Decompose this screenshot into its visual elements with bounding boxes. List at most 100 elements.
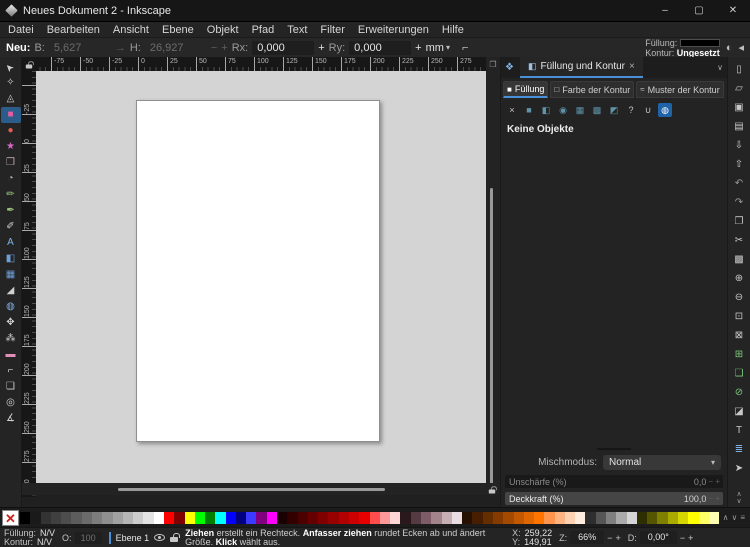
no-paint-icon[interactable]: × bbox=[505, 103, 519, 117]
palette-swatch[interactable] bbox=[575, 512, 585, 524]
zoom-value[interactable]: 66% bbox=[570, 531, 604, 544]
star-tool[interactable]: ★ bbox=[1, 139, 21, 155]
palette-swatch[interactable] bbox=[442, 512, 452, 524]
pages-tool[interactable]: ❏ bbox=[1, 379, 21, 395]
opacity-status-value[interactable]: 100 bbox=[75, 532, 102, 544]
menu-item[interactable]: Datei bbox=[8, 24, 34, 36]
duplicate-icon[interactable]: ⊞ bbox=[729, 345, 749, 364]
scroll-up-icon[interactable]: ∧ bbox=[736, 491, 741, 498]
lock-guides-button[interactable] bbox=[22, 57, 36, 71]
open-document-icon[interactable]: ▱ bbox=[729, 79, 749, 98]
palette-swatch[interactable] bbox=[370, 512, 380, 524]
palette-swatch[interactable] bbox=[647, 512, 657, 524]
horizontal-scrollbar-thumb[interactable] bbox=[118, 488, 385, 491]
menu-item[interactable]: Bearbeiten bbox=[47, 24, 100, 36]
ry-plus-spinner[interactable]: + bbox=[415, 42, 421, 54]
palette-swatch[interactable] bbox=[709, 512, 719, 524]
palette-swatch[interactable] bbox=[431, 512, 441, 524]
mesh-tool[interactable]: ▦ bbox=[1, 267, 21, 283]
palette-swatch[interactable] bbox=[483, 512, 493, 524]
palette-scroll-down-icon[interactable]: ∨ bbox=[731, 513, 737, 522]
menu-item[interactable]: Text bbox=[287, 24, 307, 36]
spray-tool[interactable]: ⁂ bbox=[1, 331, 21, 347]
fill-stroke-tab[interactable]: □ Farbe der Kontur bbox=[550, 81, 634, 98]
rotate-ccw-icon[interactable]: − bbox=[680, 533, 685, 543]
fill-stroke-dialog-icon[interactable]: ◪ bbox=[729, 402, 749, 421]
unknown-paint-icon[interactable]: ? bbox=[624, 103, 638, 117]
ellipse-tool[interactable]: ● bbox=[1, 123, 21, 139]
canvas[interactable] bbox=[36, 71, 486, 483]
palette-swatch[interactable] bbox=[544, 512, 554, 524]
rotation-value[interactable]: 0,00° bbox=[640, 531, 677, 544]
palette-swatch[interactable] bbox=[668, 512, 678, 524]
menu-item[interactable]: Filter bbox=[320, 24, 344, 36]
menu-item[interactable]: Hilfe bbox=[442, 24, 464, 36]
zoom-out-icon[interactable]: − bbox=[607, 533, 612, 543]
paint-bucket-tool[interactable]: ◍ bbox=[1, 299, 21, 315]
palette-swatch[interactable] bbox=[555, 512, 565, 524]
fill-indicator-swatch[interactable] bbox=[680, 39, 720, 47]
palette-swatch[interactable] bbox=[524, 512, 534, 524]
save-icon[interactable]: ▣ bbox=[729, 98, 749, 117]
connector-tool[interactable]: ⌐ bbox=[1, 363, 21, 379]
pen-tool[interactable]: ✒ bbox=[1, 203, 21, 219]
palette-swatch[interactable] bbox=[185, 512, 195, 524]
selector-tool[interactable]: ➤ bbox=[1, 59, 21, 75]
pencil-tool[interactable]: ✏ bbox=[1, 187, 21, 203]
menu-item[interactable]: Objekt bbox=[207, 24, 239, 36]
node-tool[interactable]: ✧ bbox=[1, 75, 21, 91]
palette-swatch[interactable] bbox=[616, 512, 626, 524]
blend-mode-select[interactable]: Normal ▾ bbox=[603, 455, 721, 470]
rx-field[interactable]: 0,000 bbox=[252, 41, 314, 55]
link-dimensions-icon[interactable]: → bbox=[115, 42, 126, 54]
zoom-out-icon[interactable]: ⊖ bbox=[729, 288, 749, 307]
tab-fill-and-stroke[interactable]: ◧ Füllung und Kontur × bbox=[520, 57, 643, 78]
palette-swatch[interactable] bbox=[596, 512, 606, 524]
palette-swatch[interactable] bbox=[164, 512, 174, 524]
palette-swatch[interactable] bbox=[493, 512, 503, 524]
palette-swatch[interactable] bbox=[328, 512, 338, 524]
unlink-clone-icon[interactable]: ⊘ bbox=[729, 383, 749, 402]
palette-swatch[interactable] bbox=[226, 512, 236, 524]
import-icon[interactable]: ⇩ bbox=[729, 136, 749, 155]
palette-swatch[interactable] bbox=[51, 512, 61, 524]
palette-swatch[interactable] bbox=[236, 512, 246, 524]
palette-swatch[interactable] bbox=[41, 512, 51, 524]
redo-icon[interactable]: ↷ bbox=[729, 193, 749, 212]
palette-swatch[interactable] bbox=[657, 512, 667, 524]
palette-swatch[interactable] bbox=[20, 512, 30, 524]
swatch-icon[interactable]: ▩ bbox=[590, 103, 604, 117]
eraser-tool[interactable]: ▬ bbox=[1, 347, 21, 363]
palette-swatch[interactable] bbox=[215, 512, 225, 524]
palette-swatch[interactable] bbox=[339, 512, 349, 524]
menu-item[interactable]: Erweiterungen bbox=[358, 24, 429, 36]
width-field[interactable]: 5,627 bbox=[49, 41, 111, 55]
palette-scroll-up-icon[interactable]: ∧ bbox=[723, 513, 729, 522]
palette-swatch[interactable] bbox=[113, 512, 123, 524]
no-color-swatch[interactable]: ✕ bbox=[2, 510, 19, 526]
palette-swatch[interactable] bbox=[61, 512, 71, 524]
palette-swatch[interactable] bbox=[277, 512, 287, 524]
close-button[interactable]: ✕ bbox=[716, 0, 750, 21]
selector-dialog-icon[interactable]: ➤ bbox=[729, 459, 749, 478]
box-3d-tool[interactable]: ❒ bbox=[1, 155, 21, 171]
ry-field[interactable]: 0,000 bbox=[349, 41, 411, 55]
palette-swatch[interactable] bbox=[246, 512, 256, 524]
height-plus-spinner[interactable]: + bbox=[221, 42, 227, 54]
palette-swatch[interactable] bbox=[154, 512, 164, 524]
palette-swatch[interactable] bbox=[411, 512, 421, 524]
palette-swatch[interactable] bbox=[565, 512, 575, 524]
paste-icon[interactable]: ▩ bbox=[729, 250, 749, 269]
pattern-icon[interactable]: ▦ bbox=[573, 103, 587, 117]
copy-icon[interactable]: ❐ bbox=[729, 212, 749, 231]
blur-spinner[interactable]: − + bbox=[708, 477, 723, 486]
undo-icon[interactable]: ↶ bbox=[729, 174, 749, 193]
height-field[interactable]: 26,927 bbox=[145, 41, 207, 55]
palette-swatch[interactable] bbox=[71, 512, 81, 524]
rotate-cw-icon[interactable]: + bbox=[688, 533, 693, 543]
palette-swatch[interactable] bbox=[174, 512, 184, 524]
clone-icon[interactable]: ❏ bbox=[729, 364, 749, 383]
palette-swatch[interactable] bbox=[298, 512, 308, 524]
rectangle-tool[interactable]: ■ bbox=[1, 107, 21, 123]
palette-swatch[interactable] bbox=[585, 512, 595, 524]
